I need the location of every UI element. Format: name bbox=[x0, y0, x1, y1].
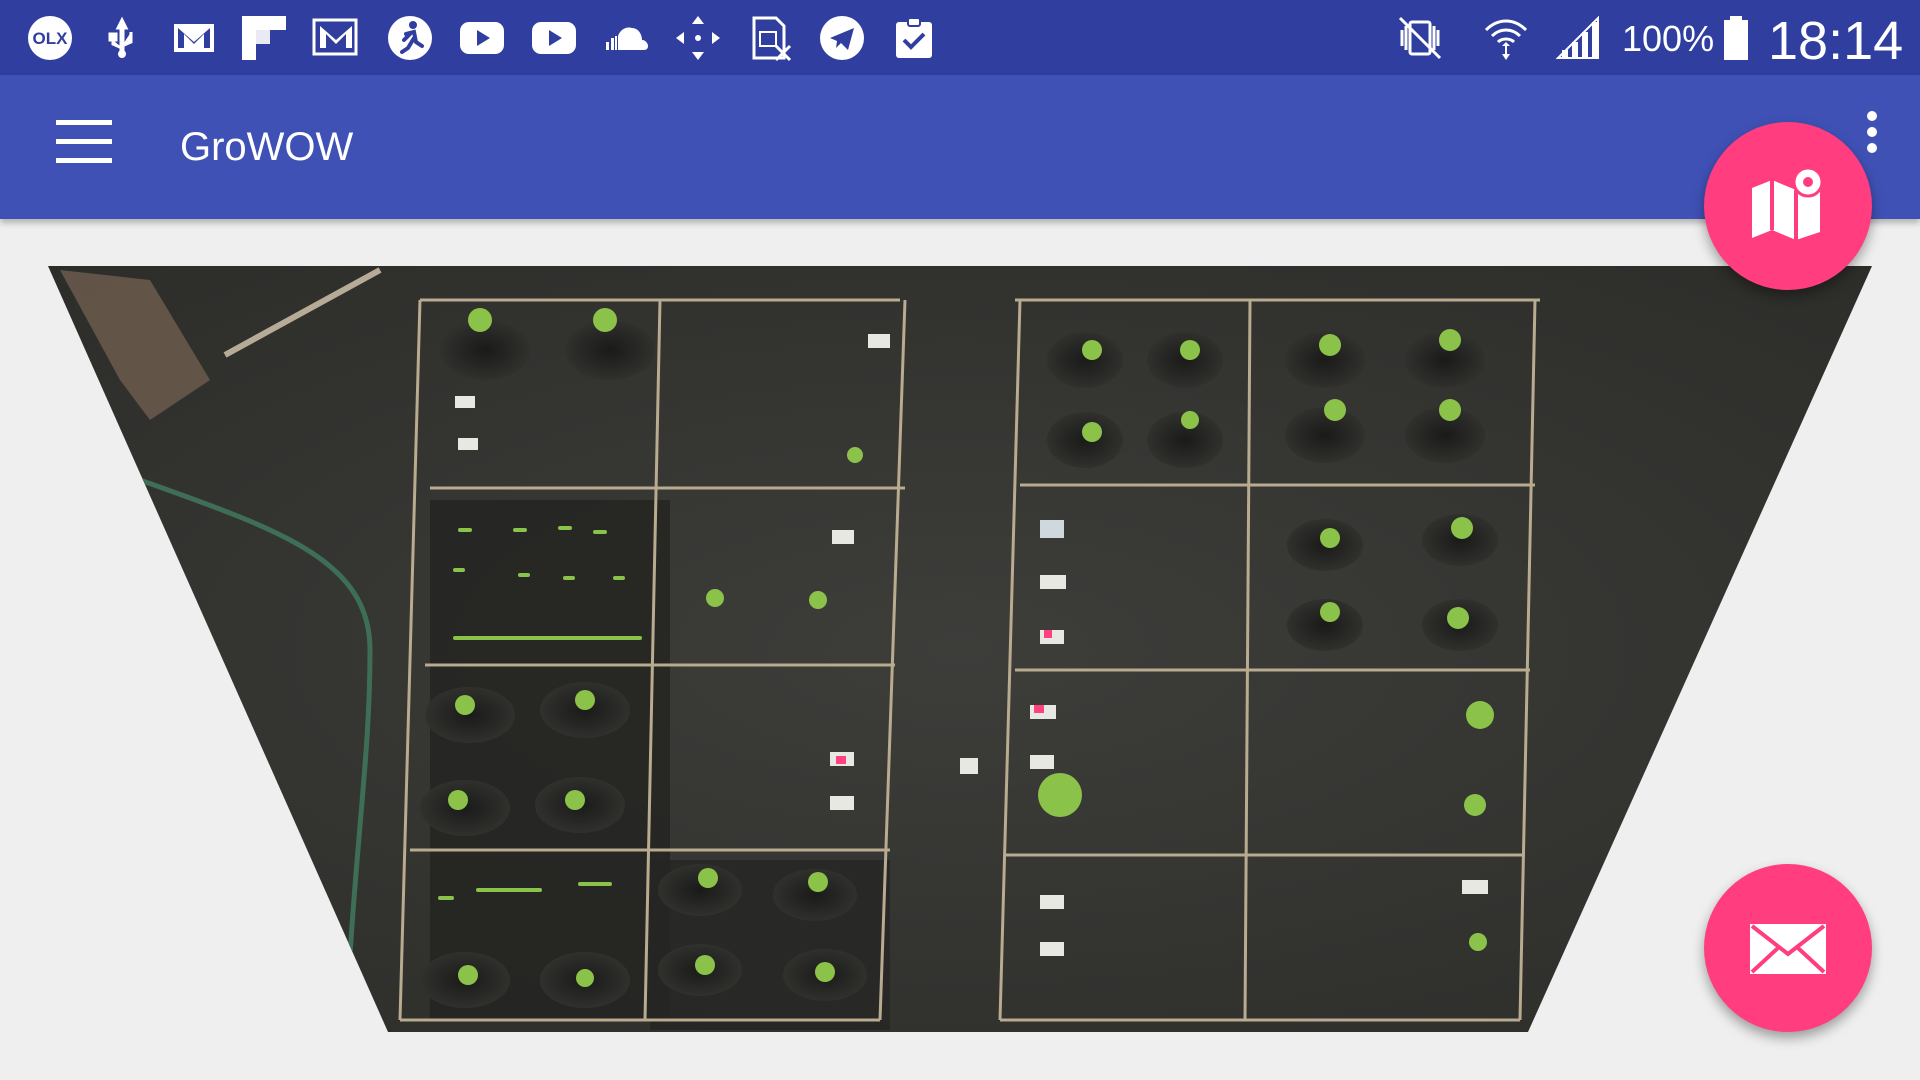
clipboard-check-icon bbox=[890, 14, 938, 62]
map-icon bbox=[1752, 166, 1824, 240]
vibrate-icon bbox=[1396, 14, 1444, 62]
olx-icon: OLX bbox=[26, 14, 74, 62]
clock: 18:14 bbox=[1768, 11, 1904, 71]
battery-icon bbox=[1712, 14, 1760, 62]
more-vert-icon[interactable] bbox=[1862, 111, 1882, 171]
youtube-icon bbox=[458, 14, 506, 62]
status-bar: OLX 100% 18:14 bbox=[0, 0, 1920, 75]
app-title: GroWOW bbox=[180, 125, 354, 169]
mail-fab-button[interactable] bbox=[1704, 864, 1872, 1032]
sim-x-icon bbox=[746, 14, 794, 62]
gmail-icon bbox=[170, 14, 218, 62]
app-bar: GroWOW bbox=[0, 75, 1920, 219]
youtube-icon bbox=[530, 14, 578, 62]
map-fab-button[interactable] bbox=[1704, 122, 1872, 290]
move-icon bbox=[674, 14, 722, 62]
wifi-icon bbox=[1482, 14, 1530, 62]
telegram-icon bbox=[818, 14, 866, 62]
soundcloud-icon bbox=[602, 14, 650, 62]
hamburger-icon[interactable] bbox=[44, 120, 124, 176]
signal-icon bbox=[1554, 14, 1602, 62]
svg-text:OLX: OLX bbox=[33, 29, 69, 48]
flipboard-icon bbox=[240, 14, 288, 62]
runner-icon bbox=[386, 14, 434, 62]
usb-icon bbox=[98, 14, 146, 62]
battery-percent: 100% bbox=[1622, 18, 1715, 59]
gmail-icon bbox=[312, 14, 360, 62]
mail-icon bbox=[1750, 924, 1826, 974]
